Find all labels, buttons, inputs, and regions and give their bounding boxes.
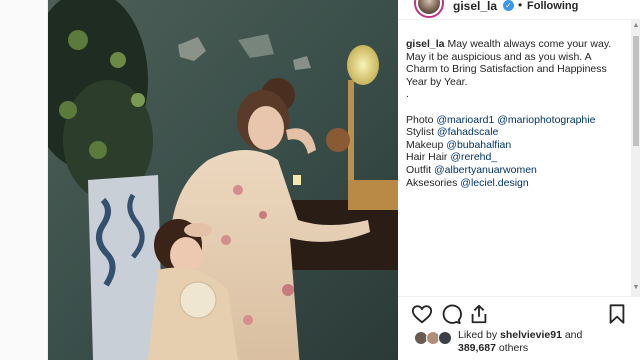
likes-count[interactable]: 389,687 (458, 342, 496, 354)
likes-section: Liked by shelvievie91 and 389,687 others (398, 326, 640, 360)
bookmark-icon[interactable] (606, 303, 628, 325)
caption-first-line: gisel_la May wealth always come your way… (406, 38, 632, 51)
scroll-up-arrow-icon[interactable]: ▲ (632, 22, 640, 30)
comment-icon[interactable] (440, 303, 462, 325)
credit-label: Aksesories (406, 176, 461, 189)
header-separator: • (518, 0, 523, 12)
credit-accessories: Aksesories @leciel.design (406, 177, 632, 190)
header-username[interactable]: gisel_la (453, 0, 497, 12)
caption-scrollbar[interactable]: ▲ ▼ (631, 20, 640, 296)
likes-text: Liked by shelvievie91 and 389,687 others (458, 329, 582, 355)
verified-badge-icon: ✓ (503, 0, 514, 11)
credit-photo: Photo @marioard1 @mariophotographie (406, 114, 632, 127)
mention-link[interactable]: @fahadscale (437, 126, 498, 138)
credit-label: Makeup (406, 138, 447, 151)
scroll-down-arrow-icon[interactable]: ▼ (632, 284, 640, 292)
likes-joiner: and (561, 329, 583, 341)
mention-link[interactable]: @bubahalfian (446, 139, 511, 151)
credit-hair: Hair Hair @rerehd_ (406, 151, 632, 164)
photo-illustration (48, 0, 398, 360)
credit-stylist: Stylist @fahadscale (406, 126, 632, 139)
credit-label: Outfit (406, 163, 435, 176)
caption: gisel_la May wealth always come your way… (406, 38, 632, 288)
caption-username[interactable]: gisel_la (406, 38, 445, 50)
credit-label: Hair Hair (406, 151, 451, 164)
credit-label: Photo (406, 113, 437, 126)
caption-text: Charm to Bring Satisfaction and Happines… (406, 63, 607, 76)
post-header: gisel_la ✓ • Following (398, 0, 640, 20)
mention-link[interactable]: @marioard1 (436, 114, 494, 126)
scroll-thumb[interactable] (633, 36, 639, 146)
following-button[interactable]: Following (527, 0, 578, 12)
heart-icon[interactable] (411, 303, 433, 325)
credit-label: Stylist (406, 126, 437, 139)
page: gisel_la ✓ • Following gisel_la May weal… (0, 0, 640, 360)
mention-link[interactable]: @leciel.design (460, 177, 528, 189)
post-photo[interactable] (48, 0, 398, 360)
instagram-post: gisel_la ✓ • Following gisel_la May weal… (47, 0, 640, 360)
credit-outfit: Outfit @albertyanuarwomen (406, 164, 632, 177)
caption-text: Year by Year. (406, 75, 468, 88)
action-bar (398, 296, 640, 328)
credit-makeup: Makeup @bubahalfian (406, 139, 632, 152)
mention-link[interactable]: @albertyanuarwomen (434, 164, 537, 176)
mention-link[interactable]: @mariophotographie (497, 114, 595, 126)
liker-avatar[interactable] (438, 331, 452, 345)
share-icon[interactable] (468, 303, 490, 325)
caption-text: May it be auspicious and as you wish. A (406, 50, 592, 63)
likes-suffix: others (495, 342, 529, 354)
user-avatar[interactable] (414, 0, 444, 18)
caption-text: . (406, 88, 409, 101)
likes-prefix: Liked by (458, 329, 501, 341)
liker-username[interactable]: shelvievie91 (500, 329, 562, 341)
post-sidebar: gisel_la ✓ • Following gisel_la May weal… (398, 0, 640, 360)
caption-text: May wealth always come your way. (444, 38, 612, 50)
avatar-image (418, 0, 440, 14)
mention-link[interactable]: @rerehd_ (450, 151, 497, 163)
